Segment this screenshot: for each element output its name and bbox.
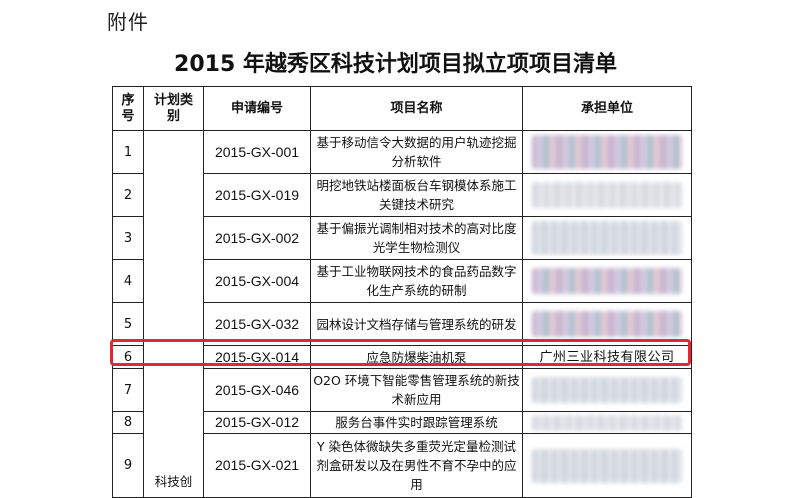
row-no: 4	[112, 259, 144, 303]
row-unit	[522, 216, 692, 260]
redacted-unit	[532, 221, 682, 255]
table-header-row: 序号 计划类别 申请编号 项目名称 承担单位	[112, 86, 692, 131]
row-unit	[522, 302, 692, 346]
row-no: 3	[112, 216, 144, 260]
header-code: 申请编号	[203, 86, 311, 131]
row-unit	[522, 411, 692, 434]
row-unit: 广州三业科技有限公司	[522, 345, 692, 369]
row-no: 5	[112, 302, 144, 346]
redacted-unit	[532, 268, 682, 294]
row-no: 7	[112, 368, 144, 412]
redacted-unit	[532, 311, 682, 337]
row-code: 2015-GX-001	[203, 130, 311, 174]
row-name: 服务台事件实时跟踪管理系统	[310, 411, 523, 434]
header-unit: 承担单位	[522, 86, 692, 131]
row-unit	[522, 259, 692, 303]
row-name: 明挖地铁站楼面板台车钢模体系施工关键技术研究	[310, 173, 523, 217]
row-code: 2015-GX-014	[203, 345, 311, 369]
row-unit	[522, 433, 692, 498]
project-list-table: 序号 计划类别 申请编号 项目名称 承担单位 1 科技创 2015-GX-001…	[112, 86, 692, 498]
row-name: 园林设计文档存储与管理系统的研发	[310, 302, 523, 346]
header-no: 序号	[112, 86, 144, 131]
row-unit	[522, 368, 692, 412]
row-name: O2O 环境下智能零售管理系统的新技术新应用	[310, 368, 523, 412]
row-name: 基于工业物联网技术的食品药品数字化生产系统的研制	[310, 259, 523, 303]
row-code: 2015-GX-032	[203, 302, 311, 346]
plan-type-cell: 科技创	[143, 130, 204, 498]
header-name: 项目名称	[310, 86, 523, 131]
row-code: 2015-GX-004	[203, 259, 311, 303]
redacted-unit	[532, 182, 682, 208]
redacted-unit	[532, 414, 682, 431]
redacted-unit	[532, 448, 682, 483]
header-type: 计划类别	[143, 86, 204, 131]
row-code: 2015-GX-019	[203, 173, 311, 217]
redacted-unit	[532, 135, 682, 169]
row-code: 2015-GX-021	[203, 433, 311, 498]
document-title: 2015 年越秀区科技计划项目拟立项项目清单	[174, 52, 617, 77]
row-no: 6	[112, 345, 144, 369]
attachment-label: 附件	[107, 10, 149, 34]
row-name: 基于移动信令大数据的用户轨迹挖掘分析软件	[310, 130, 523, 174]
row-code: 2015-GX-046	[203, 368, 311, 412]
row-name: Y 染色体微缺失多重荧光定量检测试剂盒研发以及在男性不育不孕中的应用	[310, 433, 523, 498]
row-unit	[522, 173, 692, 217]
row-no: 1	[112, 130, 144, 174]
row-code: 2015-GX-012	[203, 411, 311, 434]
row-code: 2015-GX-002	[203, 216, 311, 260]
row-unit	[522, 130, 692, 174]
row-no: 2	[112, 173, 144, 217]
row-name: 基于偏振光调制相对技术的高对比度光学生物检测仪	[310, 216, 523, 260]
redacted-unit	[532, 377, 682, 403]
row-no: 8	[112, 411, 144, 434]
row-name: 应急防爆柴油机泵	[310, 345, 523, 369]
table-row: 1 科技创 2015-GX-001 基于移动信令大数据的用户轨迹挖掘分析软件	[112, 130, 692, 498]
row-no: 9	[112, 433, 144, 498]
